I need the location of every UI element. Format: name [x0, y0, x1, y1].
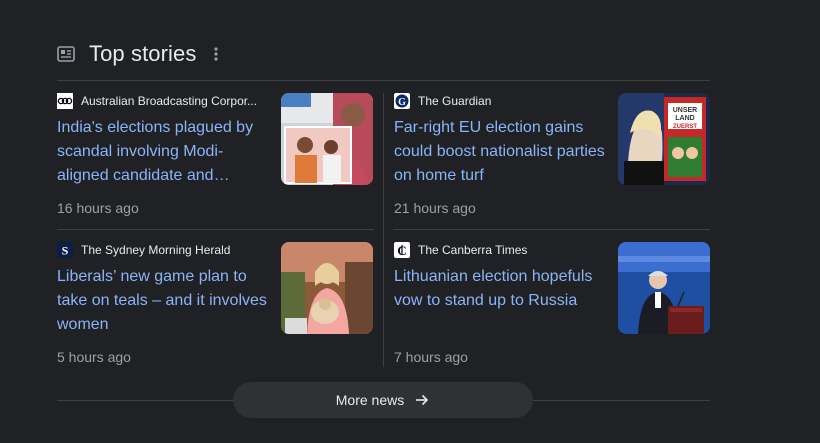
guardian-logo-icon: G: [394, 93, 410, 109]
story-headline[interactable]: India's elections plagued by scandal inv…: [57, 116, 269, 188]
top-stories-header: Top stories: [57, 40, 222, 68]
source-name: The Sydney Morning Herald: [81, 243, 231, 257]
story-time: 16 hours ago: [57, 200, 139, 216]
story-card[interactable]: G The Guardian Far-right EU election gai…: [394, 81, 710, 216]
story-source: G The Guardian: [394, 93, 604, 109]
abc-logo-icon: [57, 93, 73, 109]
smh-logo-icon: S: [57, 242, 73, 258]
svg-text:G: G: [398, 97, 406, 108]
story-thumbnail[interactable]: [281, 93, 373, 185]
story-thumbnail[interactable]: [618, 242, 710, 334]
story-time: 7 hours ago: [394, 349, 468, 365]
story-card[interactable]: Australian Broadcasting Corpor... India'…: [57, 81, 373, 216]
stories-grid: Australian Broadcasting Corpor... India'…: [57, 81, 710, 367]
svg-text:ZUERST: ZUERST: [673, 124, 697, 130]
source-name: The Guardian: [418, 94, 492, 108]
arrow-right-icon: [414, 392, 430, 408]
story-headline[interactable]: Lithuanian election hopefuls vow to stan…: [394, 265, 606, 313]
source-name: Australian Broadcasting Corpor...: [81, 94, 258, 108]
story-card[interactable]: S The Sydney Morning Herald Liberals’ ne…: [57, 230, 373, 365]
story-thumbnail[interactable]: [281, 242, 373, 334]
story-card[interactable]: C The Canberra Times Lithuanian election…: [394, 230, 710, 365]
story-source: S The Sydney Morning Herald: [57, 242, 267, 258]
newspaper-icon: [57, 46, 75, 62]
source-name: The Canberra Times: [418, 243, 528, 257]
section-title: Top stories: [89, 41, 197, 66]
story-headline[interactable]: Far-right EU election gains could boost …: [394, 116, 606, 188]
column-divider: [383, 93, 384, 367]
svg-text:UNSER: UNSER: [673, 107, 698, 114]
story-time: 5 hours ago: [57, 349, 131, 365]
svg-text:S: S: [62, 244, 69, 258]
story-time: 21 hours ago: [394, 200, 476, 216]
svg-text:LAND: LAND: [675, 115, 694, 122]
more-news-label: More news: [335, 392, 405, 408]
story-source: C The Canberra Times: [394, 242, 604, 258]
story-headline[interactable]: Liberals’ new game plan to take on teals…: [57, 265, 269, 337]
more-news-button[interactable]: More news: [233, 382, 533, 418]
story-thumbnail[interactable]: UNSER LAND ZUERST: [618, 93, 710, 185]
canberra-times-logo-icon: C: [394, 242, 410, 258]
more-vert-icon[interactable]: [210, 45, 222, 63]
story-source: Australian Broadcasting Corpor...: [57, 93, 267, 109]
